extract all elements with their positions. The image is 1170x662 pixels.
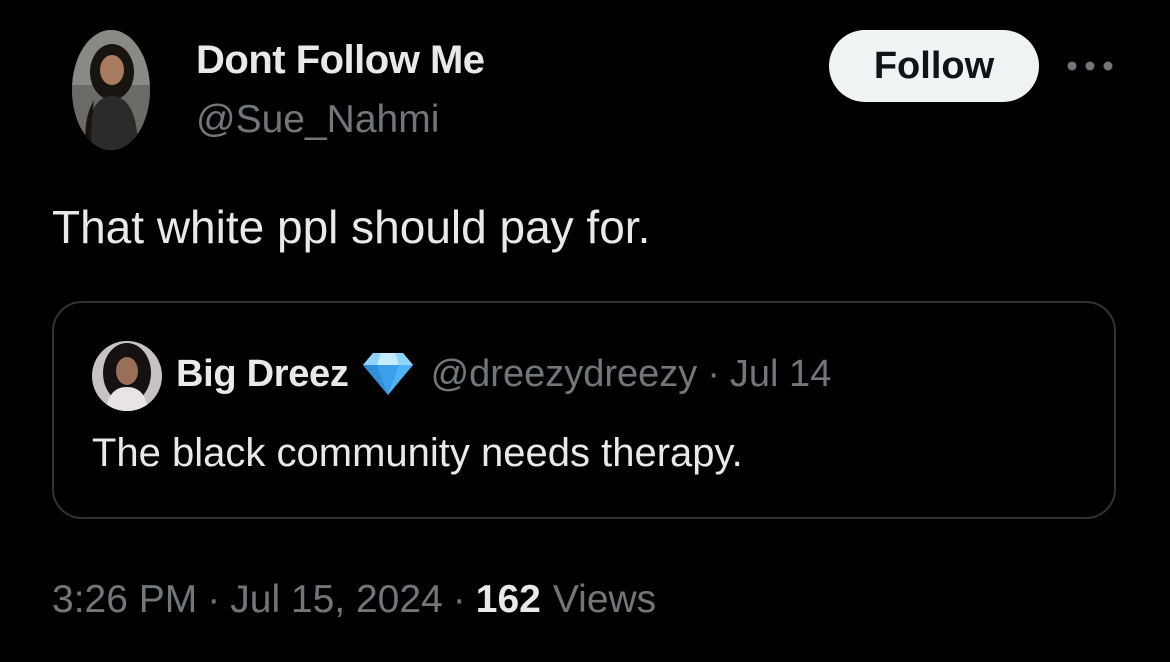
- tweet-meta: 3:26 PM · Jul 15, 2024 · 162 Views: [52, 578, 656, 622]
- profile-photo-icon: [72, 30, 150, 150]
- quoted-tweet-date[interactable]: Jul 14: [730, 353, 831, 396]
- tweet-date[interactable]: Jul 15, 2024: [230, 578, 443, 622]
- author-handle[interactable]: @Sue_Nahmi: [196, 98, 439, 142]
- follow-button[interactable]: Follow: [829, 30, 1039, 102]
- quoted-tweet-header: Big Dreez @dreezydreezy · Jul 14: [176, 351, 831, 397]
- views-count: 162: [475, 578, 541, 621]
- meta-separator: ·: [452, 578, 466, 621]
- quoted-separator: ·: [707, 352, 720, 395]
- views-label: Views: [552, 578, 657, 621]
- diamond-emoji-icon: [361, 351, 415, 397]
- quoted-tweet-card[interactable]: Big Dreez @dreezydreezy · Jul 14 The bla…: [52, 301, 1116, 519]
- meta-separator: ·: [207, 578, 221, 621]
- more-horizontal-icon[interactable]: [1064, 58, 1116, 74]
- author-avatar[interactable]: [72, 30, 150, 150]
- quoted-author-display-name[interactable]: Big Dreez: [176, 353, 349, 396]
- tweet-text: That white ppl should pay for.: [52, 201, 651, 253]
- author-display-name[interactable]: Dont Follow Me: [196, 38, 485, 83]
- quoted-author-avatar[interactable]: [92, 341, 162, 411]
- quoted-author-handle[interactable]: @dreezydreezy: [431, 353, 698, 396]
- profile-photo-icon: [92, 341, 162, 411]
- quoted-tweet-text: The black community needs therapy.: [92, 431, 743, 475]
- tweet-time[interactable]: 3:26 PM: [52, 578, 197, 622]
